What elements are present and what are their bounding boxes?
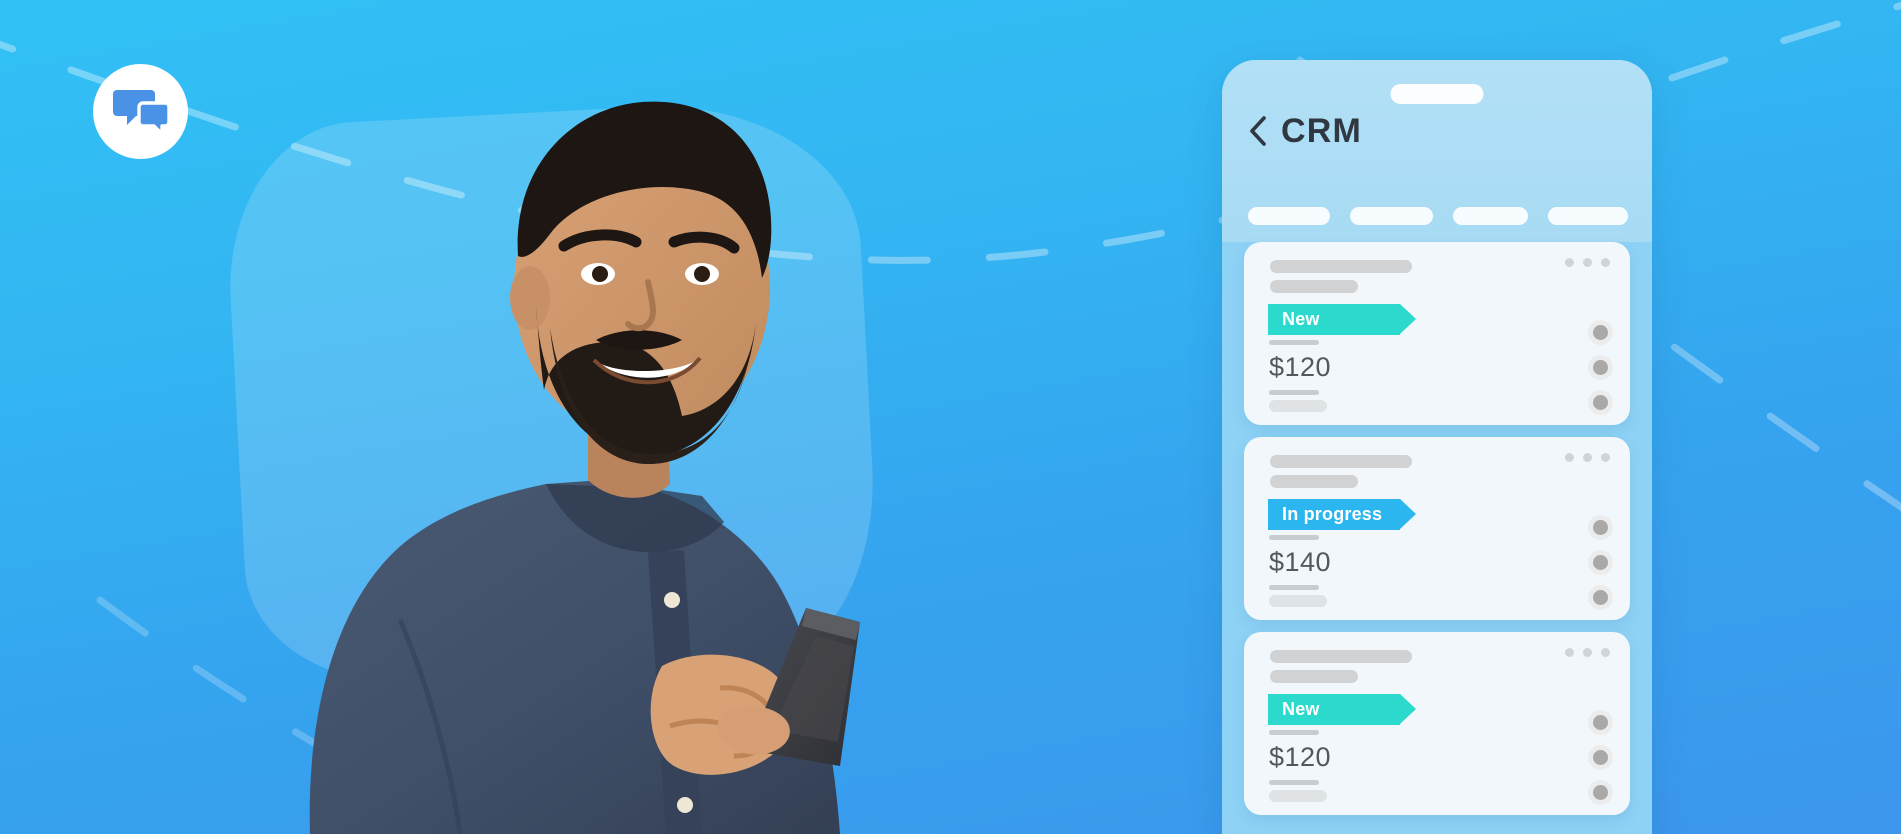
deal-card[interactable]: New $120 — [1244, 242, 1630, 425]
price-rule — [1269, 535, 1319, 540]
price-rule — [1269, 340, 1319, 345]
skeleton-title — [1270, 650, 1412, 663]
badge-arrow-icon — [1400, 694, 1416, 724]
skeleton-footer — [1269, 400, 1327, 412]
status-badge-label: New — [1282, 699, 1320, 719]
avatar[interactable] — [1588, 710, 1613, 735]
avatar[interactable] — [1588, 780, 1613, 805]
avatar[interactable] — [1588, 550, 1613, 575]
phone-mockup: CRM New $120 In progress $140 New $120 — [1222, 60, 1652, 834]
skeleton-footer — [1269, 595, 1327, 607]
avatar[interactable] — [1588, 745, 1613, 770]
skeleton-title — [1270, 260, 1412, 273]
avatar-stack[interactable] — [1588, 320, 1613, 415]
deal-card[interactable]: In progress $140 — [1244, 437, 1630, 620]
status-badge-label: In progress — [1282, 504, 1383, 524]
status-badge: In progress — [1268, 499, 1416, 530]
avatar[interactable] — [1588, 320, 1613, 345]
avatar[interactable] — [1588, 515, 1613, 540]
badge-arrow-icon — [1400, 499, 1416, 529]
tab-item-1[interactable] — [1248, 207, 1331, 225]
speaker-notch-icon — [1390, 84, 1484, 104]
skeleton-subtitle — [1270, 670, 1358, 683]
skeleton-subtitle — [1270, 280, 1358, 293]
more-options-icon[interactable] — [1565, 648, 1610, 657]
status-badge-label: New — [1282, 309, 1320, 329]
status-badge: New — [1268, 694, 1416, 725]
deal-card[interactable]: New $120 — [1244, 632, 1630, 815]
footer-rule — [1269, 780, 1319, 785]
deal-list: New $120 In progress $140 New $120 — [1222, 242, 1652, 834]
deal-price: $140 — [1269, 547, 1332, 577]
more-options-icon[interactable] — [1565, 258, 1610, 267]
badge-arrow-icon — [1400, 304, 1416, 334]
banner-stage: CRM New $120 In progress $140 New $120 — [0, 0, 1901, 834]
page-title: CRM — [1281, 112, 1363, 150]
person-photo — [309, 101, 860, 834]
status-badge: New — [1268, 304, 1416, 335]
back-chevron-icon[interactable] — [1248, 116, 1267, 146]
avatar-stack[interactable] — [1588, 515, 1613, 610]
more-options-icon[interactable] — [1565, 453, 1610, 462]
deal-price: $120 — [1269, 352, 1332, 382]
footer-rule — [1269, 585, 1319, 590]
skeleton-subtitle — [1270, 475, 1358, 488]
deal-price: $120 — [1269, 742, 1332, 772]
skeleton-footer — [1269, 790, 1327, 802]
footer-rule — [1269, 390, 1319, 395]
chat-bubbles-logo — [93, 64, 188, 159]
avatar[interactable] — [1588, 355, 1613, 380]
nav-row: CRM — [1248, 114, 1362, 148]
tab-bar — [1248, 207, 1629, 225]
tab-item-2[interactable] — [1350, 207, 1433, 225]
chat-bubbles-icon — [112, 89, 169, 136]
avatar-stack[interactable] — [1588, 710, 1613, 805]
price-rule — [1269, 730, 1319, 735]
tab-item-4[interactable] — [1547, 207, 1629, 225]
skeleton-title — [1270, 455, 1412, 468]
avatar[interactable] — [1588, 585, 1613, 610]
tab-item-3[interactable] — [1452, 207, 1528, 225]
phone-header: CRM — [1222, 60, 1652, 225]
avatar[interactable] — [1588, 390, 1613, 415]
